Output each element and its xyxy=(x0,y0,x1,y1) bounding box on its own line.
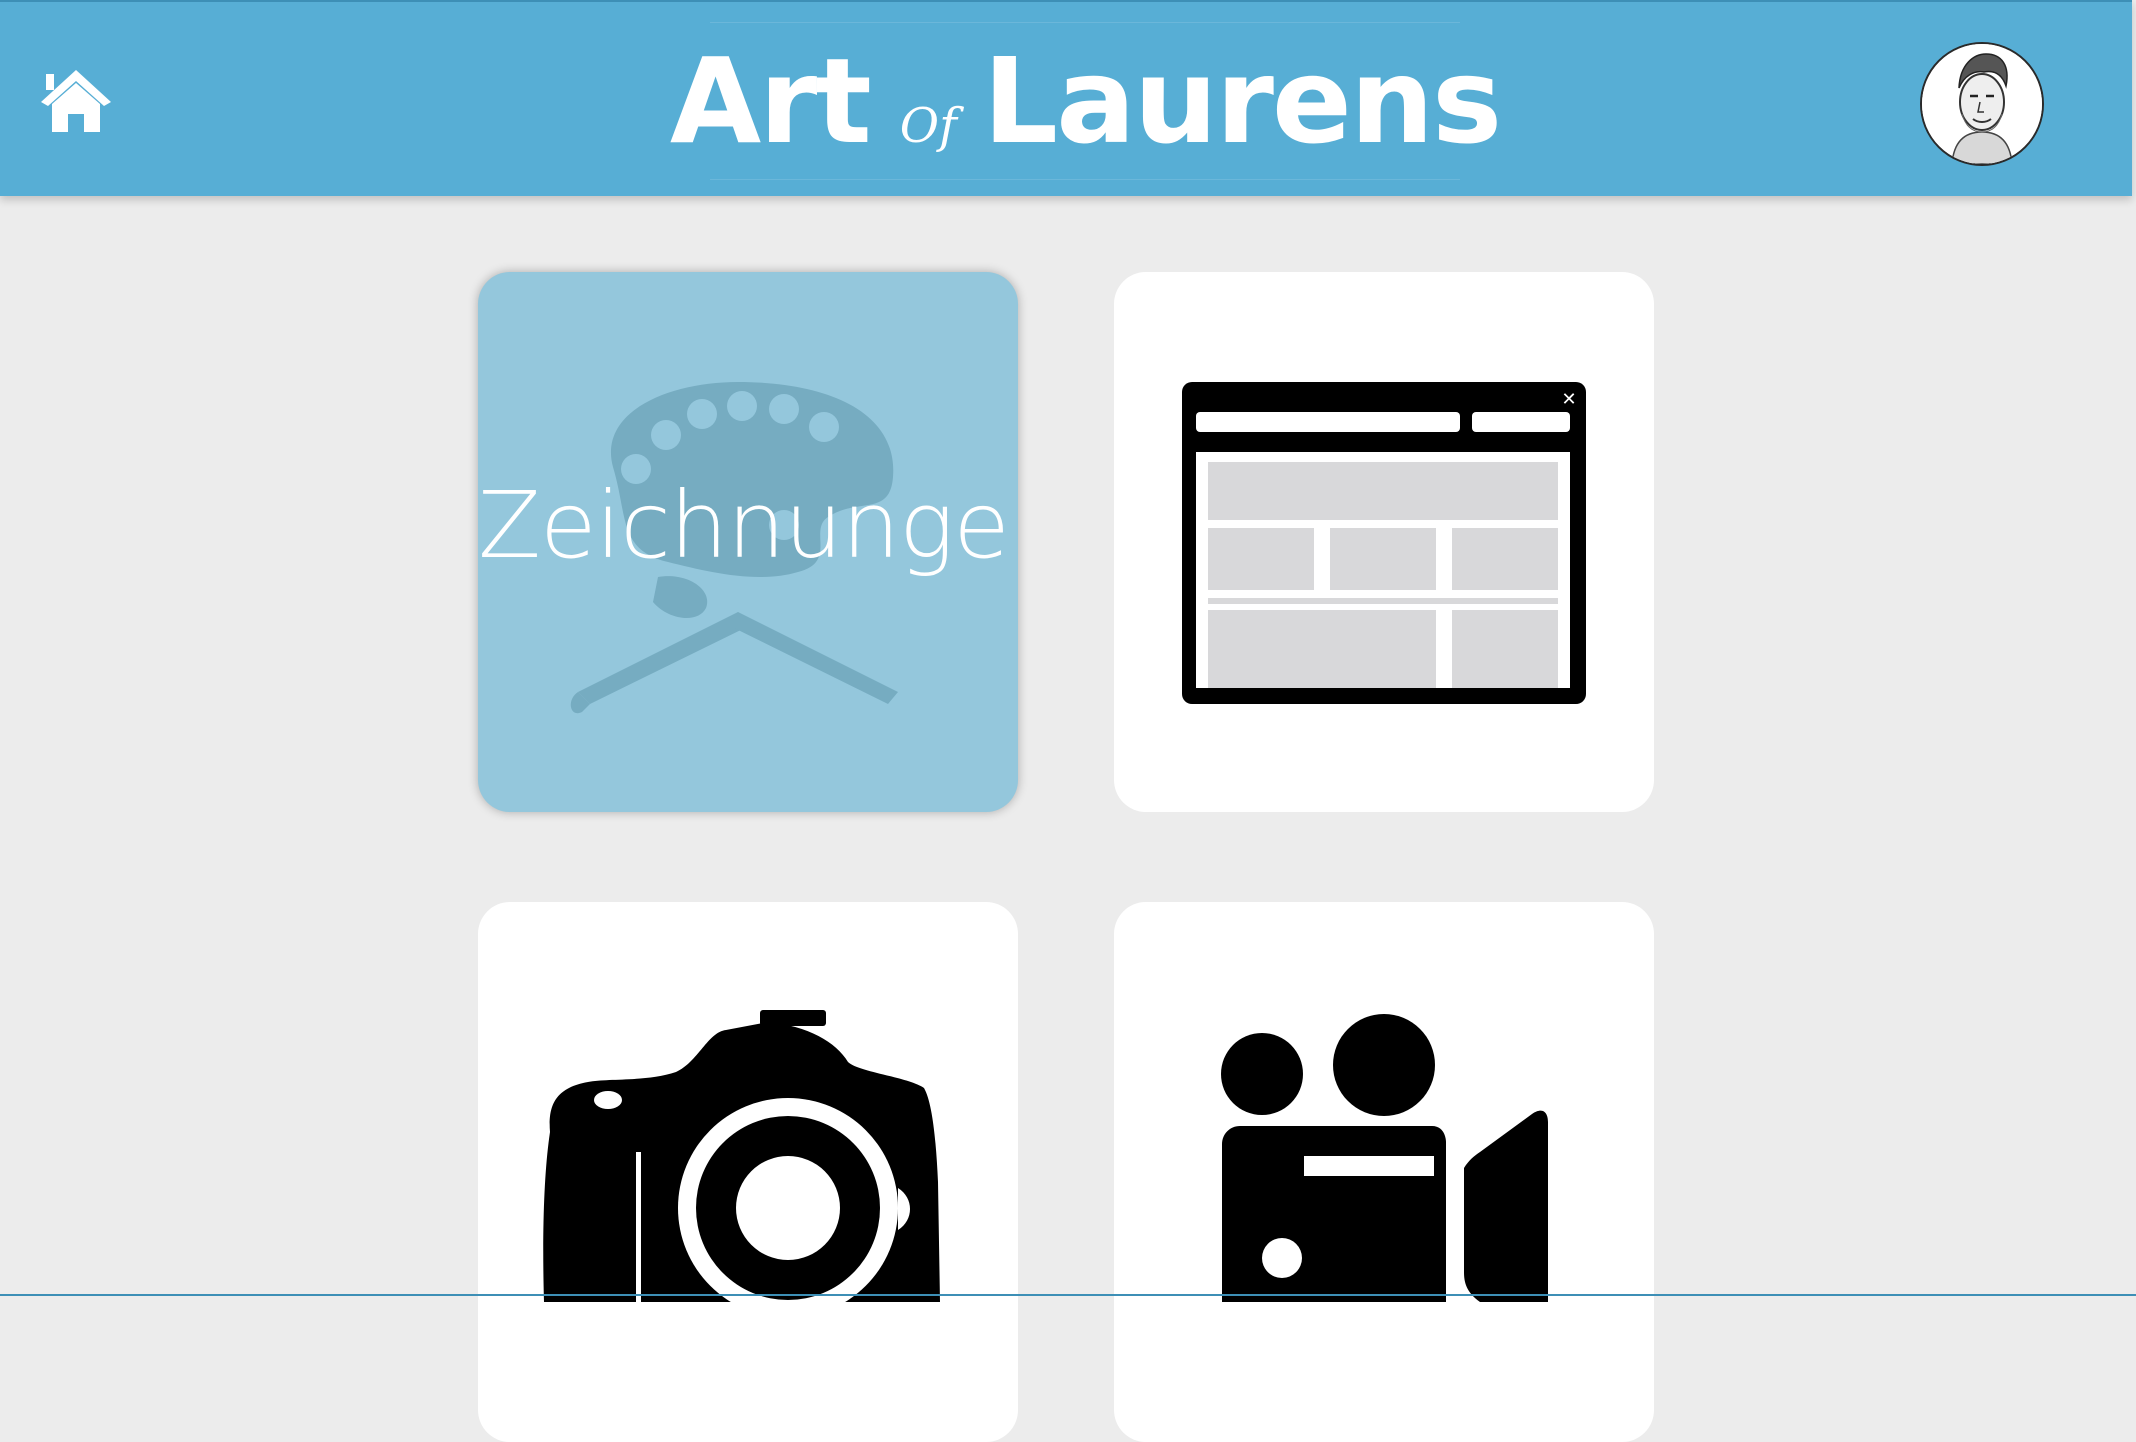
logo-word-of: Of xyxy=(899,98,957,154)
site-logo[interactable]: Art Of Laurens xyxy=(670,22,1502,180)
home-button[interactable] xyxy=(38,66,114,136)
top-bar: Art Of Laurens xyxy=(0,0,2132,196)
logo-word-laurens: Laurens xyxy=(982,32,1502,170)
browser-window-icon: ✕ xyxy=(1182,382,1586,704)
home-icon xyxy=(41,70,111,132)
logo-word-art: Art xyxy=(669,32,872,170)
tile-webdesign[interactable]: ✕ xyxy=(1114,272,1654,812)
tile-label: Zeichnungen xyxy=(478,472,1018,579)
tile-photography[interactable] xyxy=(478,902,1018,1442)
tile-zeichnungen[interactable]: Zeichnungen xyxy=(478,272,1018,812)
svg-text:✕: ✕ xyxy=(1561,389,1576,410)
video-camera-icon xyxy=(1221,1014,1548,1302)
user-avatar[interactable] xyxy=(1920,42,2044,166)
portrait-sketch-icon xyxy=(1922,44,2042,164)
tile-video[interactable] xyxy=(1114,902,1654,1442)
camera-icon xyxy=(543,1010,940,1302)
